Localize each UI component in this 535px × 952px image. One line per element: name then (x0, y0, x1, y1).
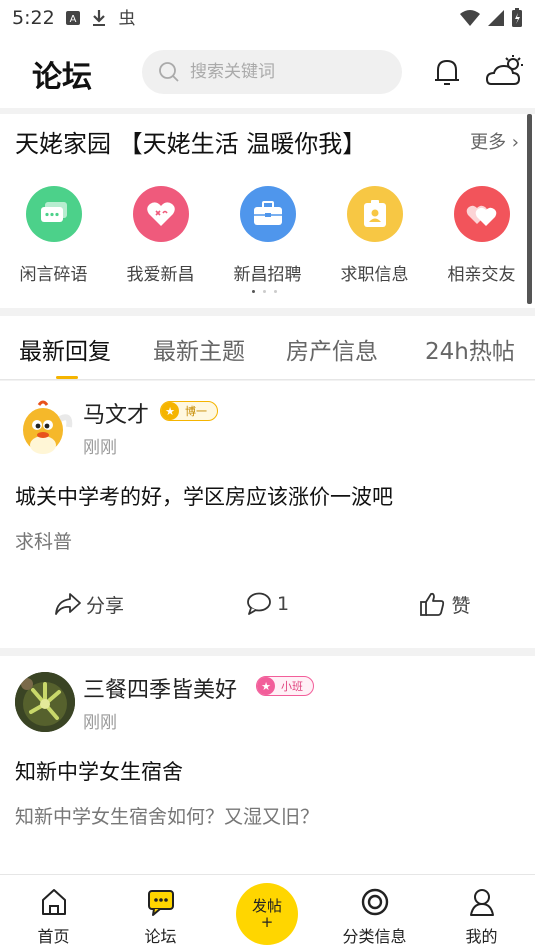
nav-label: 论坛 (144, 927, 177, 946)
plus-icon: + (260, 913, 274, 931)
download-icon (92, 10, 105, 26)
nav-forum[interactable]: 论坛 (107, 875, 214, 952)
category-label: 求职信息 (340, 265, 409, 285)
tab-housing[interactable]: 房产信息 (286, 332, 378, 366)
new-post-label: 发帖 (251, 896, 282, 915)
page-title: 论坛 (32, 60, 92, 95)
more-link[interactable]: 更多 › (470, 128, 519, 154)
share-button[interactable]: 分享 (0, 577, 178, 631)
header: 论坛 (0, 36, 535, 108)
heart-icon (132, 186, 189, 242)
featured-section: 天姥家园 【天姥生活 温暖你我】 更多 › 闲言碎语 我爱新昌 新昌招聘 求职信… (0, 114, 535, 308)
tab-latest-replies[interactable]: 最新回复 (19, 332, 111, 366)
level-badge: ★ 博一 (160, 401, 218, 421)
status-time: 5:22 (12, 7, 55, 29)
like-label: 赞 (451, 594, 471, 617)
comment-button[interactable]: 1 (178, 577, 356, 631)
nav-classified[interactable]: 分类信息 (321, 875, 428, 952)
category-dating[interactable]: 相亲交友 (428, 186, 535, 285)
category-jobs[interactable]: 新昌招聘 (214, 186, 321, 285)
category-gossip[interactable]: 闲言碎语 (0, 186, 107, 285)
page-dot (274, 290, 277, 293)
star-icon: ★ (161, 402, 179, 420)
briefcase-icon (239, 186, 296, 242)
category-job-seeking[interactable]: 求职信息 (321, 186, 428, 285)
comment-count: 1 (276, 593, 290, 615)
category-row: 闲言碎语 我爱新昌 新昌招聘 求职信息 相亲交友 (0, 186, 535, 285)
home-icon (41, 889, 66, 915)
bell-icon[interactable] (434, 56, 460, 88)
battery-icon (512, 8, 522, 27)
user-icon (469, 889, 494, 916)
more-label: 更多 (470, 132, 507, 153)
nav-label: 首页 (37, 927, 70, 946)
target-icon (361, 888, 388, 916)
post-time: 刚刚 (83, 438, 117, 458)
post-body[interactable]: 求科普 (15, 527, 72, 554)
like-button[interactable]: 赞 (356, 577, 534, 631)
thumbs-up-icon (420, 592, 445, 616)
post-subject[interactable]: 城关中学考的好，学区房应该涨价一波吧 (15, 481, 393, 511)
page-dot-active (252, 290, 255, 293)
share-label: 分享 (85, 594, 124, 617)
page-indicator (252, 290, 277, 293)
status-bar: 5:22 A 虫 (0, 0, 535, 36)
tab-24h-hot[interactable]: 24h热帖 (425, 332, 515, 366)
nav-label: 我的 (465, 927, 498, 946)
category-label: 我爱新昌 (126, 265, 195, 285)
avatar[interactable] (15, 397, 75, 457)
post-card[interactable]: 马文才 ★ 博一 刚刚 城关中学考的好，学区房应该涨价一波吧 求科普 分享 1 … (0, 381, 535, 648)
nav-me[interactable]: 我的 (428, 875, 535, 952)
search-input[interactable] (190, 62, 380, 82)
chat-icon (25, 186, 82, 242)
avatar[interactable] (15, 672, 75, 732)
share-icon (55, 593, 81, 615)
post-time: 刚刚 (83, 713, 117, 733)
level-badge-label: 小班 (281, 680, 303, 693)
nav-home[interactable]: 首页 (0, 875, 107, 952)
chevron-right-icon: › (506, 132, 519, 153)
page-dot (263, 290, 266, 293)
post-card[interactable]: 三餐四季皆美好 ★ 小班 刚刚 知新中学女生宿舍 知新中学女生宿舍如何？又湿又旧… (0, 656, 535, 874)
category-label: 闲言碎语 (19, 265, 88, 285)
forum-icon (147, 890, 174, 916)
nav-label: 分类信息 (342, 927, 407, 946)
new-post-button[interactable]: 发帖 + (236, 883, 298, 945)
category-label: 新昌招聘 (233, 265, 302, 285)
a-icon: A (65, 11, 80, 25)
search-bar[interactable] (142, 50, 402, 94)
svg-text:A: A (69, 14, 76, 25)
badge-icon (346, 186, 403, 242)
level-badge: ★ 小班 (256, 676, 314, 696)
level-badge-label: 博一 (185, 405, 207, 418)
post-body[interactable]: 知新中学女生宿舍如何？又湿又旧？ (15, 802, 319, 829)
category-label: 相亲交友 (447, 265, 516, 285)
hearts-icon (453, 186, 510, 242)
featured-heading: 天姥家园 【天姥生活 温暖你我】 (15, 130, 367, 158)
author-name[interactable]: 马文才 (83, 397, 149, 429)
post-actions: 分享 1 赞 (0, 577, 535, 631)
wifi-icon (460, 10, 480, 26)
post-subject[interactable]: 知新中学女生宿舍 (15, 756, 183, 786)
signal-icon (488, 10, 504, 26)
category-love-xinchang[interactable]: 我爱新昌 (107, 186, 214, 285)
tab-bar: 最新回复 最新主题 房产信息 24h热帖 (0, 316, 535, 380)
comment-icon (247, 592, 271, 615)
weather-icon[interactable] (486, 54, 524, 88)
tab-latest-topics[interactable]: 最新主题 (153, 332, 245, 366)
search-icon (159, 62, 179, 82)
tab-indicator (56, 376, 78, 379)
star-icon: ★ (257, 677, 275, 695)
svg-text:虫: 虫 (118, 9, 135, 28)
author-name[interactable]: 三餐四季皆美好 (83, 672, 237, 704)
bug-icon: 虫 (118, 9, 135, 28)
